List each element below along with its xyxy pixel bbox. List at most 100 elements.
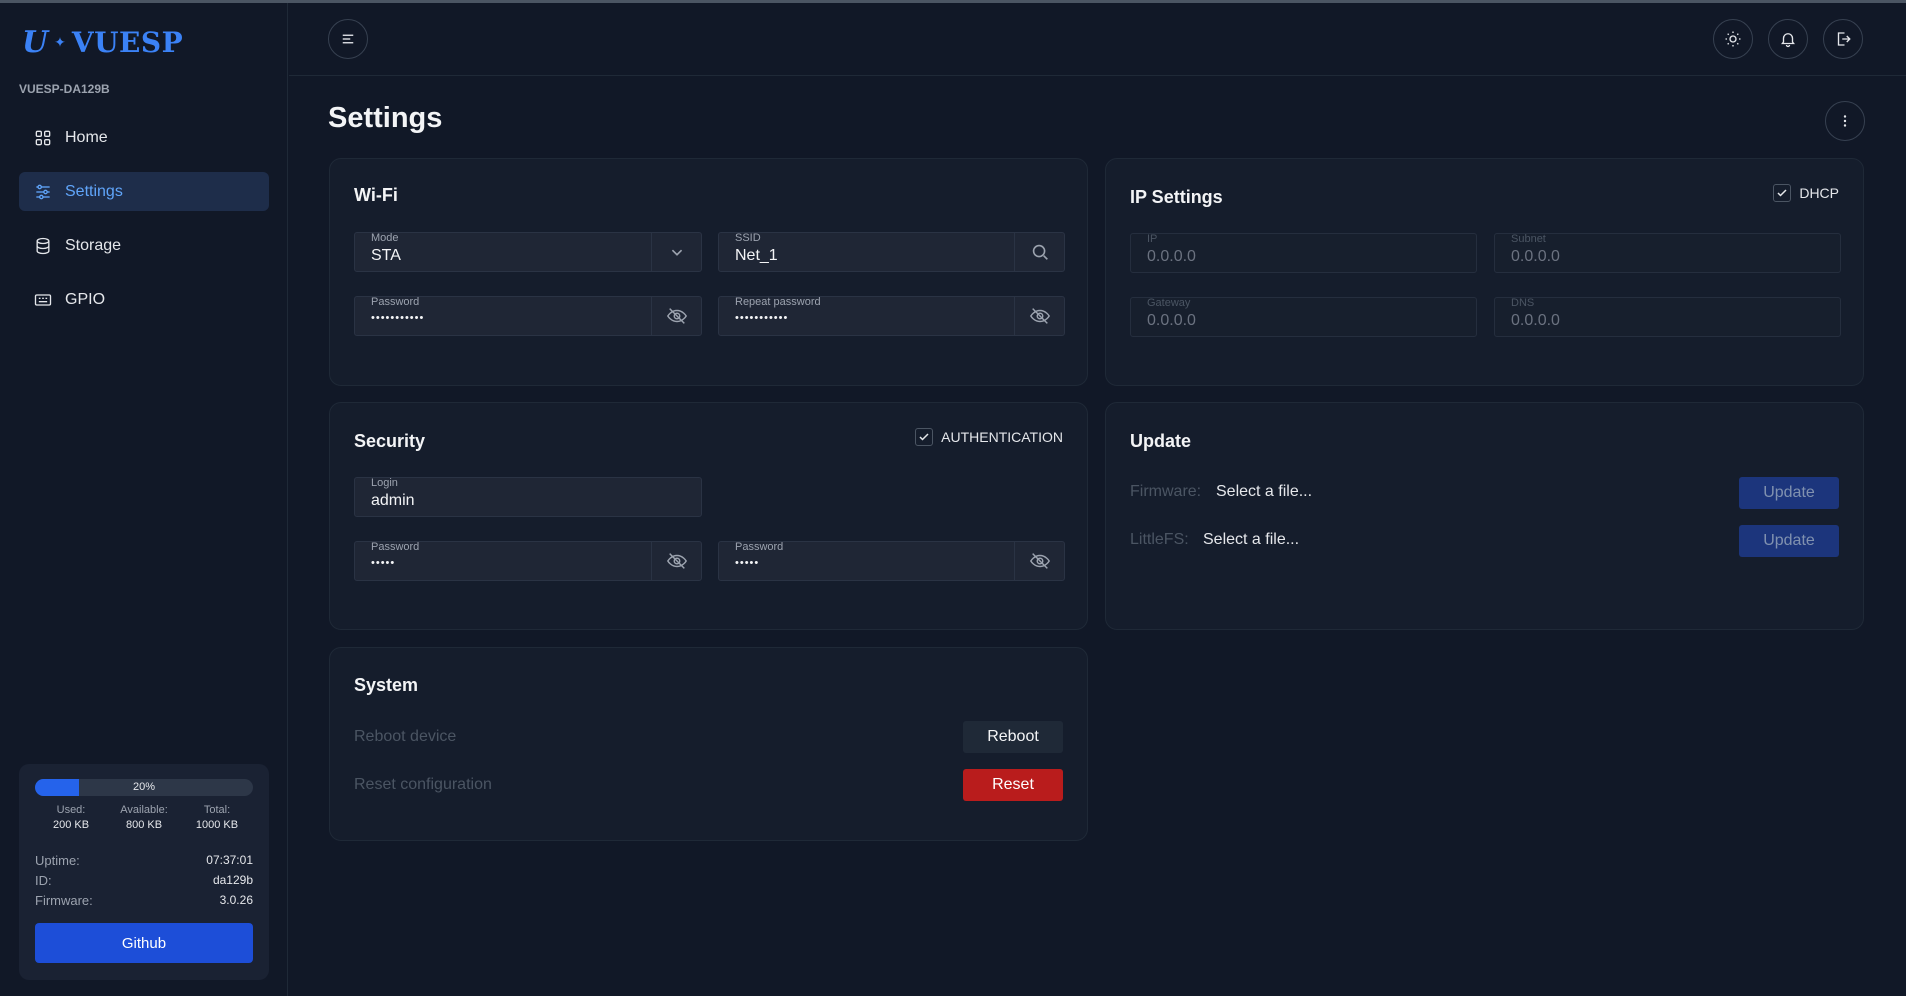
uptime-value: 07:37:01 (206, 853, 253, 867)
sidebar-item-label: GPIO (65, 290, 106, 308)
ip-field[interactable]: IP 0.0.0.0 (1130, 233, 1477, 273)
check-icon (1777, 189, 1787, 197)
firmware-label: Firmware: (35, 893, 93, 908)
storage-available-value: 800 KB (125, 819, 163, 831)
github-button[interactable]: Github (35, 923, 253, 963)
id-value: da129b (212, 873, 253, 887)
security-password-visibility-toggle[interactable] (651, 542, 701, 580)
menu-icon (342, 34, 354, 44)
reset-button[interactable]: Reset (963, 769, 1063, 801)
storage-total: Total: 1000 KB (181, 804, 253, 831)
littlefs-update-button[interactable]: Update (1739, 525, 1839, 557)
wifi-repeat-password-label: Repeat password (735, 296, 821, 308)
wifi-password-visibility-toggle[interactable] (651, 297, 701, 335)
ip-settings-card-title: IP Settings (1130, 187, 1223, 207)
logo-text: VUESP (71, 26, 184, 59)
sidebar-item-label: Settings (65, 182, 123, 200)
dns-value: 0.0.0.0 (1511, 312, 1560, 329)
firmware-value: 3.0.26 (219, 893, 253, 907)
more-vertical-icon (1843, 115, 1847, 127)
subnet-label: Subnet (1511, 233, 1546, 245)
wifi-repeat-password-value: ••••••••••• (735, 312, 789, 324)
dns-label: DNS (1511, 297, 1535, 309)
sidebar: U ✦ VUESP VUESP-DA129B Home Settings Sto… (0, 3, 288, 996)
storage-total-label: Total: (203, 804, 231, 816)
dhcp-checkbox[interactable]: DHCP (1773, 184, 1839, 202)
reboot-device-label: Reboot device (354, 728, 457, 745)
eye-off-icon (1029, 308, 1050, 324)
mode-label: Mode (371, 232, 399, 244)
wifi-repeat-password-visibility-toggle[interactable] (1014, 297, 1064, 335)
firmware-update-button[interactable]: Update (1739, 477, 1839, 509)
storage-progress-bar: 20% (35, 779, 253, 796)
gateway-field[interactable]: Gateway 0.0.0.0 (1130, 297, 1477, 337)
chevron-down-icon (671, 249, 682, 256)
firmware-file-picker[interactable]: Select a file... (1216, 483, 1312, 501)
sidebar-nav: Home Settings Storage GPIO (19, 118, 269, 334)
subnet-field[interactable]: Subnet 0.0.0.0 (1494, 233, 1841, 273)
storage-stats: Used: 200 KB Available: 800 KB Total: 10… (35, 804, 253, 831)
storage-available: Available: 800 KB (108, 804, 180, 831)
ssid-field[interactable]: SSID Net_1 (718, 232, 1065, 272)
device-name: VUESP-DA129B (19, 82, 110, 96)
page-title: Settings (328, 102, 443, 134)
uptime-label: Uptime: (35, 853, 80, 868)
security-password-repeat-value: ••••• (735, 557, 760, 569)
theme-toggle-button[interactable] (1713, 19, 1753, 59)
reset-configuration-label: Reset configuration (354, 776, 492, 793)
sidebar-item-label: Home (65, 128, 108, 146)
login-label: Login (371, 477, 398, 489)
dns-field[interactable]: DNS 0.0.0.0 (1494, 297, 1841, 337)
storage-available-label: Available: (120, 804, 168, 816)
storage-used: Used: 200 KB (35, 804, 107, 831)
storage-progress-label: 20% (132, 781, 156, 793)
littlefs-file-picker[interactable]: Select a file... (1203, 531, 1299, 549)
app-logo[interactable]: U ✦ VUESP (22, 25, 183, 60)
security-card: Security AUTHENTICATION Login admin Pass… (329, 402, 1088, 630)
firmware-row: Firmware: 3.0.26 (35, 893, 253, 908)
mode-select[interactable]: Mode STA (354, 232, 702, 272)
login-field[interactable]: Login admin (354, 477, 702, 517)
logout-button[interactable] (1823, 19, 1863, 59)
more-options-button[interactable] (1825, 101, 1865, 141)
authentication-checkbox-box[interactable] (915, 428, 934, 446)
wifi-password-label: Password (371, 296, 420, 308)
login-value: admin (371, 492, 415, 509)
sidebar-item-storage[interactable]: Storage (19, 226, 269, 265)
sidebar-item-home[interactable]: Home (19, 118, 269, 157)
menu-toggle-button[interactable] (328, 19, 368, 59)
wifi-password-value: ••••••••••• (371, 312, 425, 324)
subnet-value: 0.0.0.0 (1511, 248, 1560, 265)
mode-dropdown-toggle[interactable] (651, 233, 701, 271)
storage-used-label: Used: (56, 804, 86, 816)
security-password-repeat-visibility-toggle[interactable] (1014, 542, 1064, 580)
update-card: Update Firmware: Select a file... Update… (1105, 402, 1864, 630)
wifi-password-field[interactable]: Password ••••••••••• (354, 296, 702, 336)
dhcp-checkbox-box[interactable] (1773, 184, 1792, 202)
dhcp-label: DHCP (1799, 185, 1839, 201)
authentication-checkbox[interactable]: AUTHENTICATION (915, 428, 1063, 446)
authentication-label: AUTHENTICATION (941, 429, 1063, 445)
uptime-row: Uptime: 07:37:01 (35, 853, 253, 868)
top-header (289, 3, 1906, 76)
wifi-repeat-password-field[interactable]: Repeat password ••••••••••• (718, 296, 1065, 336)
ip-settings-card: IP Settings DHCP IP 0.0.0.0 Subnet 0.0.0… (1105, 158, 1864, 386)
security-password-field[interactable]: Password ••••• (354, 541, 702, 581)
ssid-value: Net_1 (735, 247, 778, 264)
ip-label: IP (1147, 233, 1158, 245)
system-card: System Reboot device Reboot Reset config… (329, 647, 1088, 841)
storage-total-value: 1000 KB (195, 819, 239, 831)
system-stats-panel: 20% Used: 200 KB Available: 800 KB Total… (19, 764, 269, 980)
wifi-card: Wi-Fi Mode STA SSID Net_1 Password •••••… (329, 158, 1088, 386)
database-icon (36, 237, 50, 254)
id-label: ID: (35, 873, 52, 888)
sidebar-item-gpio[interactable]: GPIO (19, 280, 269, 319)
notifications-button[interactable] (1768, 19, 1808, 59)
ssid-search-button[interactable] (1014, 233, 1064, 271)
id-row: ID: da129b (35, 873, 253, 888)
check-icon (919, 433, 929, 441)
sidebar-item-settings[interactable]: Settings (19, 172, 269, 211)
security-password-repeat-field[interactable]: Password ••••• (718, 541, 1065, 581)
update-card-title: Update (1130, 431, 1192, 451)
reboot-button[interactable]: Reboot (963, 721, 1063, 753)
